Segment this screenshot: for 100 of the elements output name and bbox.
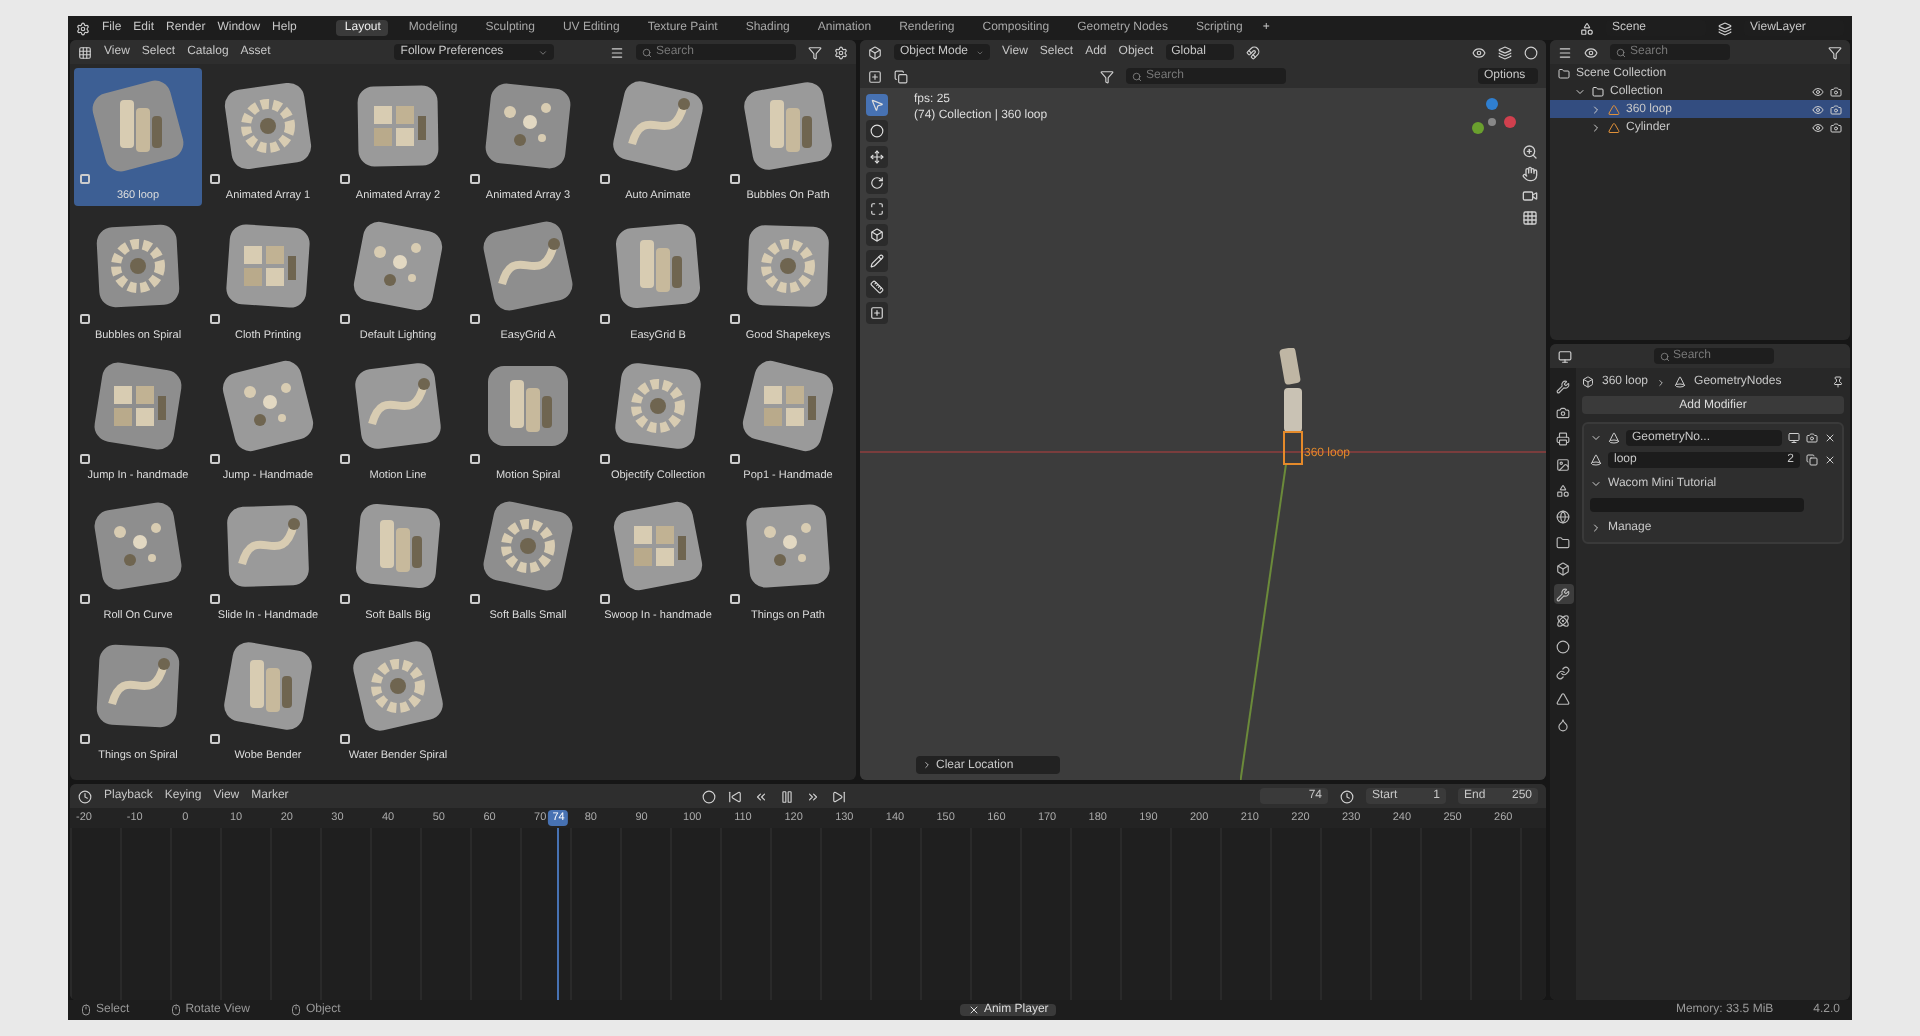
asset-type-icon	[80, 734, 90, 744]
circle-icon[interactable]	[1553, 636, 1573, 656]
close-icon[interactable]	[1824, 454, 1836, 466]
editor-type-icon[interactable]	[1558, 349, 1572, 363]
close-icon[interactable]	[1824, 432, 1836, 444]
list-icon[interactable]	[610, 45, 624, 59]
filter-icon[interactable]	[1100, 69, 1114, 83]
asset-type-icon	[340, 734, 350, 744]
wrench-icon[interactable]	[1553, 584, 1573, 604]
editor-type-icon[interactable]	[78, 45, 92, 59]
droplet-icon[interactable]	[1553, 714, 1573, 734]
globe-icon[interactable]	[1553, 506, 1573, 526]
next-key-icon[interactable]	[806, 789, 821, 803]
eye-icon[interactable]	[1472, 45, 1486, 59]
transform-tool-button[interactable]	[866, 224, 888, 246]
eye-icon[interactable]	[1812, 85, 1824, 97]
scene-icon[interactable]	[1580, 21, 1594, 35]
editor-type-icon[interactable]	[1558, 45, 1572, 59]
mouse-icon	[289, 1004, 302, 1016]
asset-type-icon	[600, 594, 610, 604]
asset-type-icon	[210, 454, 220, 464]
asset-type-icon	[470, 454, 480, 464]
shapes-icon[interactable]	[1553, 480, 1573, 500]
record-icon[interactable]	[702, 789, 717, 803]
magnet-icon[interactable]	[1245, 45, 1260, 59]
eye-icon[interactable]	[1812, 121, 1824, 133]
asset-type-icon	[210, 314, 220, 324]
chevron-icon[interactable]	[1590, 121, 1602, 133]
chevron-icon[interactable]	[1590, 432, 1602, 444]
cube-icon[interactable]	[1553, 558, 1573, 578]
chevron-icon[interactable]	[1590, 103, 1602, 115]
hand-icon[interactable]	[1522, 166, 1538, 182]
asset-type-icon	[470, 314, 480, 324]
asset-type-icon	[80, 594, 90, 604]
cylinder-object	[1276, 348, 1308, 468]
asset-type-icon	[730, 594, 740, 604]
duplicate-icon[interactable]	[1806, 454, 1818, 466]
scale-tool-button[interactable]	[866, 198, 888, 220]
previous-key-icon[interactable]	[754, 789, 769, 803]
asset-type-icon	[340, 454, 350, 464]
editor-type-icon[interactable]	[78, 789, 92, 803]
asset-type-icon	[600, 454, 610, 464]
asset-type-icon	[80, 314, 90, 324]
asset-type-icon	[340, 314, 350, 324]
jump-end-icon[interactable]	[832, 789, 847, 803]
eye-icon[interactable]	[1812, 103, 1824, 115]
search-icon	[1659, 351, 1669, 361]
measure-tool-button[interactable]	[866, 276, 888, 298]
atom-icon[interactable]	[1553, 610, 1573, 630]
search-icon	[1132, 71, 1142, 81]
camera-icon[interactable]	[1830, 103, 1842, 115]
select-mode-icon[interactable]	[894, 69, 908, 83]
folder-icon	[1592, 85, 1604, 97]
rotate-tool-button[interactable]	[866, 172, 888, 194]
select-mode-icon[interactable]	[868, 69, 882, 83]
filter-icon[interactable]	[1828, 45, 1842, 59]
shading-icon[interactable]	[1524, 45, 1538, 59]
camera-icon[interactable]	[1522, 188, 1538, 204]
asset-type-icon	[210, 734, 220, 744]
add-cube-tool-button[interactable]	[866, 302, 888, 324]
pin-icon[interactable]	[1832, 376, 1844, 388]
cursor-tool-button[interactable]	[866, 120, 888, 142]
caret-icon	[538, 47, 549, 57]
overlays-icon[interactable]	[1498, 45, 1512, 59]
chevron-icon	[922, 760, 932, 770]
jump-start-icon[interactable]	[728, 789, 743, 803]
annotate-tool-button[interactable]	[866, 250, 888, 272]
link-icon[interactable]	[1553, 662, 1573, 682]
render-toggle-icon[interactable]	[1806, 432, 1818, 444]
wrench-icon[interactable]	[1553, 376, 1573, 396]
layers-icon[interactable]	[1718, 21, 1732, 35]
asset-type-icon	[470, 594, 480, 604]
camera-icon[interactable]	[1830, 85, 1842, 97]
close-icon	[967, 1004, 980, 1016]
chevron-icon[interactable]	[1574, 85, 1586, 97]
chevron-icon	[1590, 477, 1602, 489]
display-mode-icon[interactable]	[1584, 45, 1598, 59]
asset-type-icon	[600, 314, 610, 324]
settings-icon[interactable]	[834, 45, 848, 59]
camera-icon[interactable]	[1553, 402, 1573, 422]
printer-icon[interactable]	[1553, 428, 1573, 448]
move-tool-button[interactable]	[866, 146, 888, 168]
asset-type-icon	[600, 174, 610, 184]
camera-icon[interactable]	[1830, 121, 1842, 133]
editor-type-icon[interactable]	[868, 45, 882, 59]
asset-type-icon	[340, 174, 350, 184]
asset-type-icon	[210, 594, 220, 604]
search-icon	[642, 47, 652, 57]
filter-icon[interactable]	[808, 45, 822, 59]
asset-type-icon	[80, 174, 90, 184]
triangle-icon[interactable]	[1553, 688, 1573, 708]
zoom-icon[interactable]	[1522, 144, 1538, 160]
grid-icon[interactable]	[1522, 210, 1538, 226]
folder-icon[interactable]	[1553, 532, 1573, 552]
select-tool-button[interactable]	[866, 94, 888, 116]
asset-type-icon	[210, 174, 220, 184]
chevron-icon	[1590, 521, 1602, 533]
viewport-toggle-icon[interactable]	[1788, 432, 1800, 444]
image-icon[interactable]	[1553, 454, 1573, 474]
pause-icon[interactable]	[780, 789, 795, 803]
